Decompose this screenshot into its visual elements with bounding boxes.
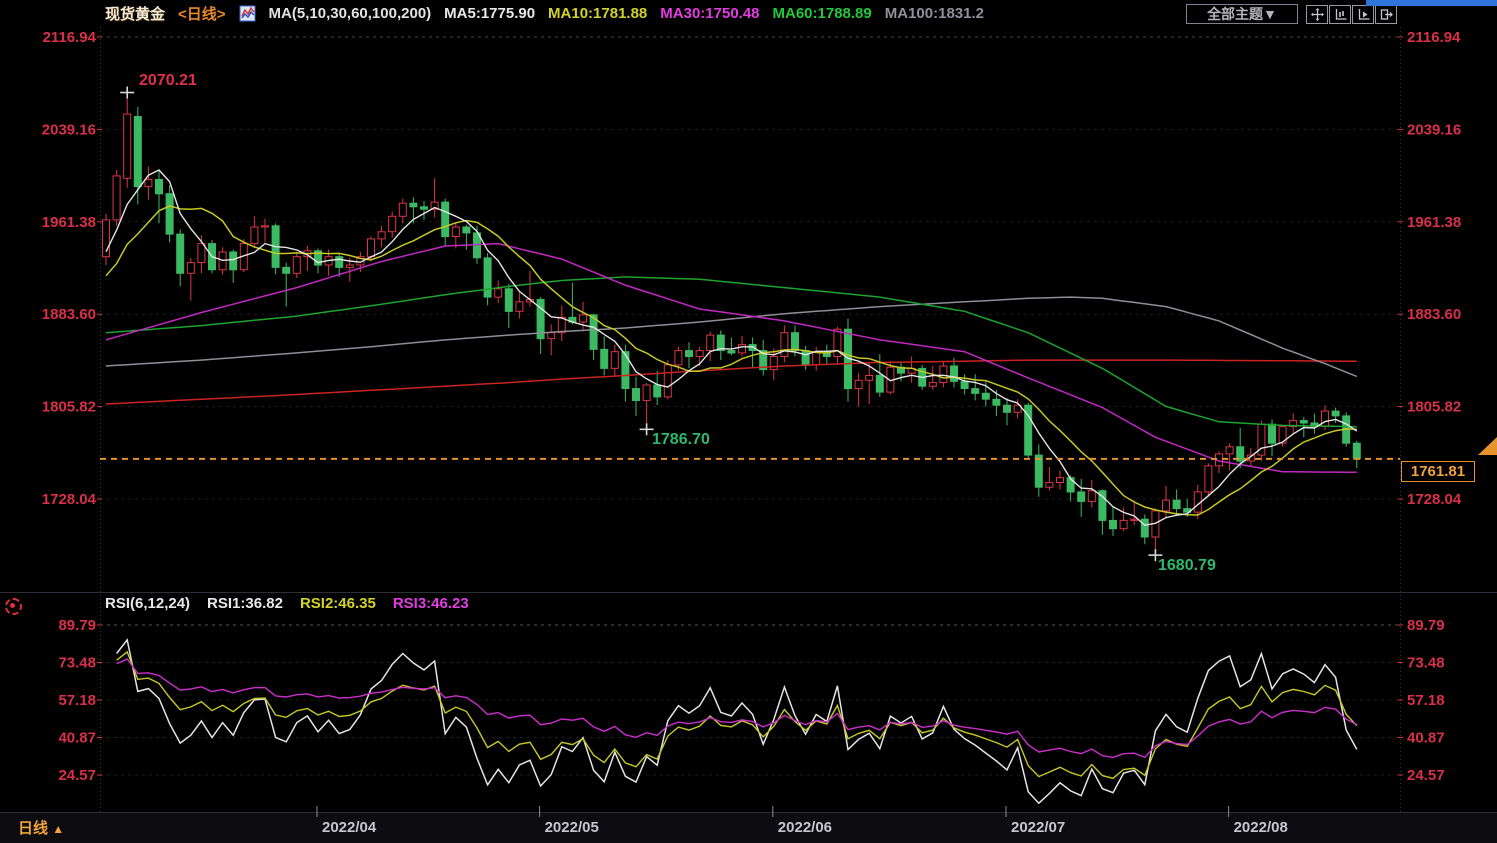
axis-play-button[interactable] (1352, 5, 1374, 24)
svg-text:1805.82: 1805.82 (1407, 399, 1461, 416)
ma5-value: MA5:1775.90 (444, 5, 535, 22)
chart-canvas[interactable]: 2116.94 2116.94 2039.16 2039.16 1961.38 1961.… (0, 0, 1497, 843)
svg-text:2022/08: 2022/08 (1234, 819, 1288, 836)
rsi3-value: RSI3:46.23 (393, 595, 469, 612)
top-bar: 现货黄金 <日线> MA(5,10,30,60,100,200) MA5:177… (0, 0, 1497, 26)
ma60-value: MA60:1788.89 (773, 5, 872, 22)
svg-text:2039.16: 2039.16 (1407, 121, 1461, 138)
last-price-label: 1761.81 (1401, 461, 1475, 482)
svg-text:2022/06: 2022/06 (778, 819, 832, 836)
rsi1-value: RSI1:36.82 (207, 595, 283, 612)
svg-text:89.79: 89.79 (58, 617, 96, 634)
svg-text:2022/07: 2022/07 (1011, 819, 1065, 836)
ma-params-label: MA(5,10,30,60,100,200) (269, 5, 432, 22)
svg-text:73.48: 73.48 (58, 655, 96, 672)
svg-text:89.79: 89.79 (1407, 617, 1445, 634)
svg-text:2039.16: 2039.16 (42, 121, 96, 138)
kline-rsi-chart: 2116.94 2116.94 2039.16 2039.16 1961.38 1961.… (0, 0, 1497, 843)
svg-text:1883.60: 1883.60 (42, 306, 96, 323)
kline-chart-icon (239, 5, 256, 22)
ma30-line (106, 244, 1357, 473)
low-price-annotation: 1680.79 (1158, 557, 1216, 575)
rsi2-line (117, 652, 1357, 778)
symbol-name: 现货黄金 (105, 3, 165, 24)
ma10-value: MA10:1781.88 (548, 5, 647, 22)
svg-text:57.18: 57.18 (1407, 692, 1445, 709)
svg-text:1961.38: 1961.38 (1407, 214, 1461, 231)
rsi-params-label: RSI(6,12,24) (105, 595, 190, 612)
svg-text:1961.38: 1961.38 (42, 214, 96, 231)
svg-text:2022/04: 2022/04 (322, 819, 377, 836)
axis-k-icon (1334, 8, 1347, 21)
svg-text:1805.82: 1805.82 (42, 399, 96, 416)
svg-text:1728.04: 1728.04 (42, 491, 97, 508)
rsi-header: RSI(6,12,24) RSI1:36.82 RSI2:46.35 RSI3:… (105, 595, 469, 612)
rsi3-line (117, 659, 1357, 757)
svg-text:73.48: 73.48 (1407, 655, 1445, 672)
rsi2-value: RSI2:46.35 (300, 595, 376, 612)
svg-text:2022/05: 2022/05 (545, 819, 599, 836)
svg-text:24.57: 24.57 (1407, 767, 1445, 784)
axis-scale-button[interactable] (1329, 5, 1351, 24)
svg-text:1883.60: 1883.60 (1407, 306, 1461, 323)
svg-text:24.57: 24.57 (58, 767, 96, 784)
price-flag-icon (1478, 437, 1497, 461)
svg-text:1728.04: 1728.04 (1407, 491, 1462, 508)
svg-text:40.87: 40.87 (1407, 730, 1445, 747)
window-accent-strip (1366, 0, 1497, 6)
move-icon (1311, 8, 1324, 21)
ma100-value: MA100:1831.2 (885, 5, 984, 22)
theme-dropdown[interactable]: 全部主题▼ (1186, 4, 1298, 24)
high-price-annotation: 2070.21 (139, 72, 197, 90)
export-button[interactable] (1375, 5, 1397, 24)
export-arrow-icon (1380, 8, 1393, 21)
svg-text:57.18: 57.18 (58, 692, 96, 709)
svg-text:40.87: 40.87 (58, 730, 96, 747)
ma30-value: MA30:1750.48 (660, 5, 759, 22)
axis-play-icon (1357, 8, 1370, 21)
period-tag: <日线> (178, 3, 226, 24)
move-tool-button[interactable] (1306, 5, 1328, 24)
svg-text:2116.94: 2116.94 (43, 29, 97, 46)
svg-text:2116.94: 2116.94 (1407, 29, 1461, 46)
trading-app: 2116.94 2116.94 2039.16 2039.16 1961.38 1961.… (0, 0, 1497, 843)
alert-dot-icon (5, 598, 22, 615)
swing-low-annotation: 1786.70 (652, 431, 710, 449)
ma200-line (106, 360, 1357, 404)
